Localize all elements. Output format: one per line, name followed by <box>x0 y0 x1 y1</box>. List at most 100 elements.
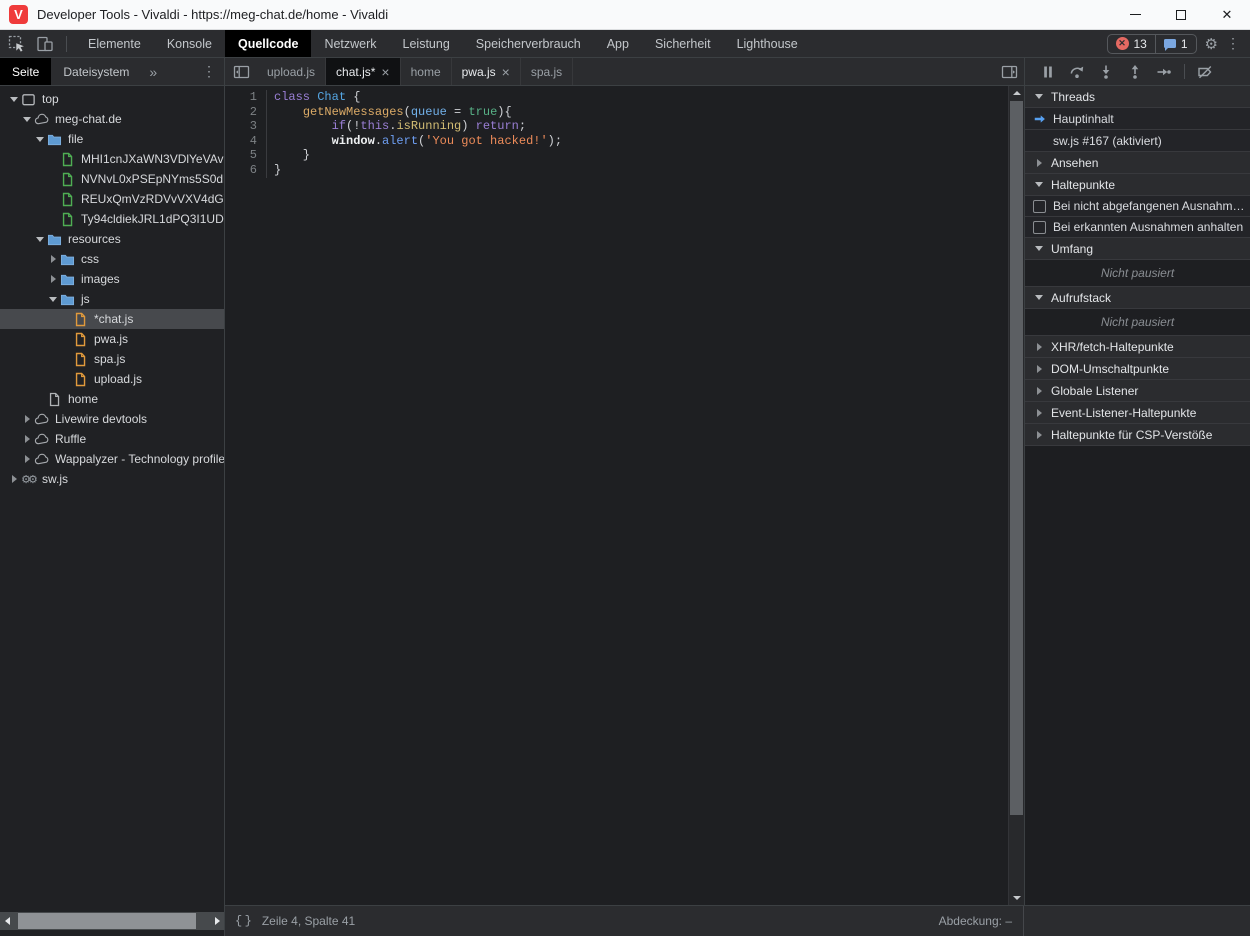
step-over-icon[interactable] <box>1068 63 1086 81</box>
section-haltepunkte[interactable]: Haltepunkte <box>1025 174 1250 196</box>
toggle-debugger-panel-icon[interactable] <box>1001 58 1018 85</box>
section-event-listener-haltepunkte[interactable]: Event-Listener-Haltepunkte <box>1025 402 1250 424</box>
section-threads[interactable]: Threads <box>1025 86 1250 108</box>
devtools-tab-elemente[interactable]: Elemente <box>75 30 154 57</box>
chevron-down-icon[interactable] <box>34 237 46 242</box>
tree-item-ruffle[interactable]: Ruffle <box>0 429 224 449</box>
tree-item-file[interactable]: file <box>0 129 224 149</box>
minimize-button[interactable] <box>1112 0 1158 29</box>
scroll-down-icon[interactable] <box>1009 891 1024 905</box>
line-number[interactable]: 1 <box>225 90 267 105</box>
devtools-tab-leistung[interactable]: Leistung <box>390 30 463 57</box>
chevron-right-icon[interactable] <box>21 455 33 463</box>
chevron-right-icon[interactable] <box>21 435 33 443</box>
chevron-right-icon[interactable] <box>21 415 33 423</box>
line-number[interactable]: 5 <box>225 148 267 163</box>
tree-item-home[interactable]: home <box>0 389 224 409</box>
line-number[interactable]: 6 <box>225 163 267 178</box>
code-editor[interactable]: 1class Chat {2 getNewMessages(queue = tr… <box>225 86 1008 905</box>
step-icon[interactable] <box>1155 63 1173 81</box>
devtools-tab-konsole[interactable]: Konsole <box>154 30 225 57</box>
tree-item-sw-js[interactable]: ⚙⚙sw.js <box>0 469 224 489</box>
more-tabs-icon[interactable]: » <box>141 58 165 85</box>
tree-item-ty94cldiekjrl1dpq3i1udvv[interactable]: Ty94cldiekJRL1dPQ3I1UDVV <box>0 209 224 229</box>
tree-item-livewire-devtools[interactable]: Livewire devtools <box>0 409 224 429</box>
errors-badge[interactable]: ✕ 13 <box>1108 35 1155 53</box>
tree-item-images[interactable]: images <box>0 269 224 289</box>
hscrollbar-thumb[interactable] <box>18 913 196 929</box>
devtools-tab-speicherverbrauch[interactable]: Speicherverbrauch <box>463 30 594 57</box>
editor-tab-upload-js[interactable]: upload.js <box>257 58 326 85</box>
tree-item-pwa-js[interactable]: pwa.js <box>0 329 224 349</box>
chevron-right-icon[interactable] <box>8 475 20 483</box>
checkbox[interactable] <box>1033 221 1046 234</box>
tree-item-chat-js[interactable]: *chat.js <box>0 309 224 329</box>
thread-hauptinhalt[interactable]: Hauptinhalt <box>1025 108 1250 130</box>
device-toolbar-icon[interactable] <box>34 33 56 55</box>
line-number[interactable]: 4 <box>225 134 267 149</box>
breakpoint-option-bei-erkannten-ausnahmen-anhalten[interactable]: Bei erkannten Ausnahmen anhalten <box>1025 217 1250 238</box>
editor-tab-pwa-js[interactable]: pwa.js× <box>452 58 521 85</box>
editor-tab-chat-js[interactable]: chat.js*× <box>326 58 401 85</box>
chevron-down-icon[interactable] <box>34 137 46 142</box>
devtools-tab-netzwerk[interactable]: Netzwerk <box>311 30 389 57</box>
breakpoint-option-bei-nicht-abgefangenen-ausnahm[interactable]: Bei nicht abgefangenen Ausnahm… <box>1025 196 1250 217</box>
chevron-down-icon[interactable] <box>47 297 59 302</box>
inspect-element-icon[interactable] <box>6 33 28 55</box>
checkbox[interactable] <box>1033 200 1046 213</box>
section-umfang[interactable]: Umfang <box>1025 238 1250 260</box>
step-into-icon[interactable] <box>1097 63 1115 81</box>
maximize-button[interactable] <box>1158 0 1204 29</box>
scroll-right-icon[interactable] <box>210 912 224 930</box>
tree-item-mhi1cnjxawn3vdlyevavq1[interactable]: MHI1cnJXaWN3VDlYeVAvQ1 <box>0 149 224 169</box>
tree-item-meg-chat-de[interactable]: meg-chat.de <box>0 109 224 129</box>
tab-close-icon[interactable]: × <box>381 65 389 79</box>
devtools-tab-app[interactable]: App <box>594 30 642 57</box>
tree-item-nvnvl0xpsepnyms5s0ddm[interactable]: NVNvL0xPSEpNYms5S0dDM <box>0 169 224 189</box>
tree-item-css[interactable]: css <box>0 249 224 269</box>
toggle-navigator-icon[interactable] <box>225 58 257 85</box>
pretty-print-icon[interactable]: { } <box>235 914 252 928</box>
section-dom-umschaltpunkte[interactable]: DOM-Umschaltpunkte <box>1025 358 1250 380</box>
navigator-tab-seite[interactable]: Seite <box>0 58 51 85</box>
sidebar-horizontal-scrollbar[interactable] <box>0 912 224 930</box>
tree-item-spa-js[interactable]: spa.js <box>0 349 224 369</box>
thread-sw-js-167-aktiviert[interactable]: sw.js #167 (aktiviert) <box>1025 130 1250 152</box>
editor-vertical-scrollbar[interactable] <box>1008 86 1024 905</box>
section-globale-listener[interactable]: Globale Listener <box>1025 380 1250 402</box>
pause-script-icon[interactable] <box>1039 63 1057 81</box>
issues-badge[interactable]: 1 <box>1155 35 1196 53</box>
tree-item-top[interactable]: top <box>0 89 224 109</box>
chevron-down-icon[interactable] <box>8 97 20 102</box>
step-out-icon[interactable] <box>1126 63 1144 81</box>
devtools-tab-lighthouse[interactable]: Lighthouse <box>724 30 811 57</box>
chevron-right-icon[interactable] <box>47 275 59 283</box>
chevron-down-icon[interactable] <box>21 117 33 122</box>
settings-gear-icon[interactable]: ⚙ <box>1205 35 1218 53</box>
scrollbar-thumb[interactable] <box>1010 101 1023 815</box>
devtools-tab-quellcode[interactable]: Quellcode <box>225 30 311 57</box>
section-ansehen[interactable]: Ansehen <box>1025 152 1250 174</box>
close-button[interactable]: ✕ <box>1204 0 1250 29</box>
more-options-icon[interactable]: ⋮ <box>1226 35 1240 52</box>
section-aufrufstack[interactable]: Aufrufstack <box>1025 287 1250 309</box>
chevron-right-icon[interactable] <box>47 255 59 263</box>
line-number[interactable]: 2 <box>225 105 267 120</box>
tree-item-wappalyzer-technology-profiler[interactable]: Wappalyzer - Technology profiler <box>0 449 224 469</box>
navigator-menu-icon[interactable]: ⋮ <box>202 63 216 80</box>
devtools-tab-sicherheit[interactable]: Sicherheit <box>642 30 724 57</box>
tree-item-upload-js[interactable]: upload.js <box>0 369 224 389</box>
section-xhr-fetch-haltepunkte[interactable]: XHR/fetch-Haltepunkte <box>1025 336 1250 358</box>
editor-tab-spa-js[interactable]: spa.js <box>521 58 573 85</box>
tree-item-js[interactable]: js <box>0 289 224 309</box>
navigator-tab-dateisystem[interactable]: Dateisystem <box>51 58 141 85</box>
section-haltepunkte-f-r-csp-verst-e[interactable]: Haltepunkte für CSP-Verstöße <box>1025 424 1250 446</box>
editor-tab-home[interactable]: home <box>401 58 452 85</box>
line-number[interactable]: 3 <box>225 119 267 134</box>
scroll-left-icon[interactable] <box>0 912 14 930</box>
tab-close-icon[interactable]: × <box>502 65 510 79</box>
deactivate-breakpoints-icon[interactable] <box>1196 63 1214 81</box>
scroll-up-icon[interactable] <box>1009 86 1024 100</box>
tree-item-reuxqmvzrdvvvxv4dgvjm[interactable]: REUxQmVzRDVvVXV4dGVJM <box>0 189 224 209</box>
tree-item-resources[interactable]: resources <box>0 229 224 249</box>
